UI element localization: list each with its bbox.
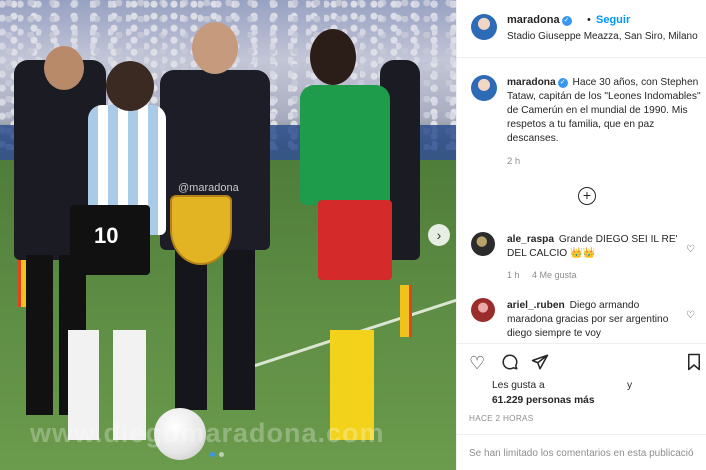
carousel-dot[interactable]: [219, 452, 224, 457]
follow-separator: •: [587, 14, 591, 26]
verified-badge-icon: ✓: [557, 78, 568, 88]
comment-like-icon[interactable]: ♡: [686, 310, 695, 321]
comment-username[interactable]: ale_raspa: [507, 234, 554, 245]
comment-likes[interactable]: 4 Me gusta: [532, 270, 577, 280]
caption-timestamp[interactable]: 2 h: [507, 156, 520, 167]
club-pennant: [170, 195, 232, 265]
linesman-flag-right: [400, 285, 412, 337]
post-photo[interactable]: 10 @maradona www.diegomaradona.com ›: [0, 0, 456, 470]
comment-like-icon[interactable]: ♡: [686, 244, 695, 255]
caption-avatar[interactable]: [471, 75, 497, 101]
comment-avatar[interactable]: [471, 232, 495, 256]
caption-text: maradona ✓ Hace 30 años, con Stephen Tata…: [507, 77, 701, 144]
post-side-panel: maradona ✓ • Seguir Stadio Giuseppe Meazz…: [456, 0, 706, 470]
likes-prefix: Les gusta a: [492, 380, 545, 391]
comment-text: ale_raspa Grande DIEGO SEI IL RE' DEL CA…: [507, 234, 678, 259]
location-link[interactable]: Stadio Giuseppe Meazza, San Siro, Milano: [507, 31, 698, 42]
shorts-number: 10: [70, 205, 150, 275]
post-date[interactable]: HACE 2 HORAS: [469, 414, 534, 423]
comment-meta: 1 h 4 Me gusta: [507, 270, 587, 280]
comments-limited-notice: Se han limitado los comentarios en esta …: [457, 434, 706, 470]
post-actions: ♡ Les gusta a y 61.229 personas más HACE…: [457, 343, 706, 470]
avatar[interactable]: [471, 14, 497, 40]
carousel-dots: [210, 452, 224, 457]
comment-bubble-icon[interactable]: [501, 353, 519, 375]
player-cameroon: [300, 29, 390, 205]
caption-username[interactable]: maradona ✓: [507, 77, 568, 88]
comment-time[interactable]: 1 h: [507, 270, 520, 280]
follow-button[interactable]: Seguir: [596, 14, 630, 26]
load-more-comments-icon[interactable]: +: [578, 187, 596, 205]
post-header: maradona ✓ • Seguir Stadio Giuseppe Meazz…: [457, 0, 706, 58]
like-heart-icon[interactable]: ♡: [469, 353, 485, 373]
likes-and: y: [627, 380, 633, 391]
carousel-dot[interactable]: [210, 452, 215, 457]
comment-avatar[interactable]: [471, 298, 495, 322]
verified-badge-icon: ✓: [561, 16, 572, 26]
save-bookmark-icon[interactable]: [686, 353, 702, 375]
photo-tag: @maradona: [178, 182, 239, 194]
share-paper-plane-icon[interactable]: [531, 353, 549, 375]
next-slide-button[interactable]: ›: [428, 224, 450, 246]
likes-count[interactable]: 61.229 personas más: [492, 395, 595, 406]
photo-watermark: www.diegomaradona.com: [30, 418, 385, 448]
header-username[interactable]: maradona ✓: [507, 14, 572, 26]
comment-username[interactable]: ariel_.ruben: [507, 300, 565, 311]
comment-text: ariel_.ruben Diego armando maradona grac…: [507, 300, 669, 339]
